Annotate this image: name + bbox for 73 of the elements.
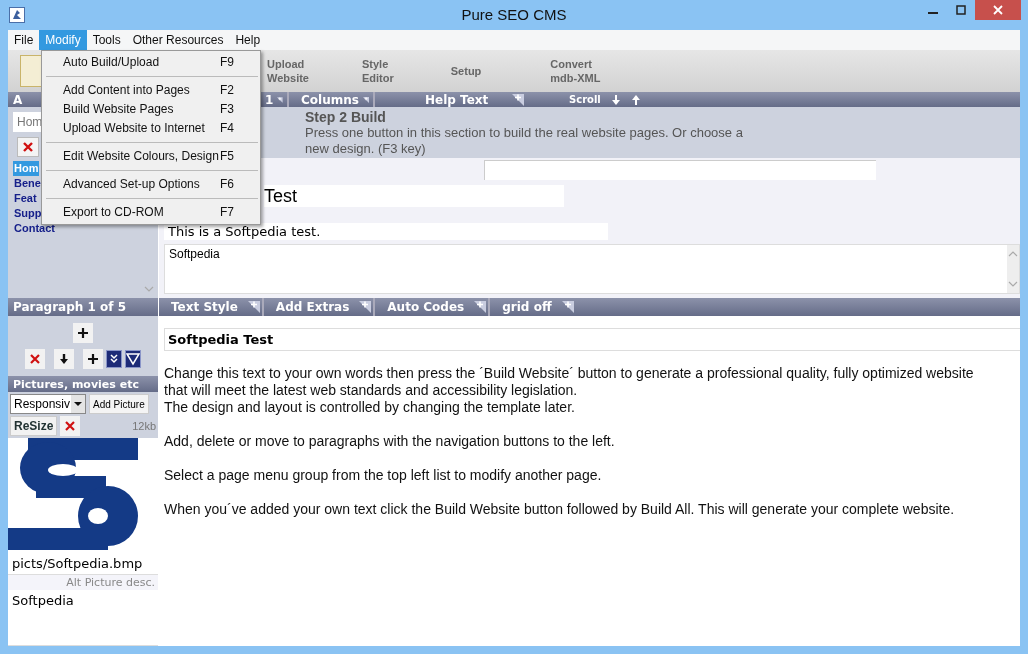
toolbar-button[interactable]: Convert mdb-XML [550, 57, 601, 85]
add-above-button[interactable] [73, 323, 93, 343]
paragraph-title-field[interactable]: Softpedia Test [164, 328, 1020, 351]
menu-option[interactable]: Upload Website to Internet F4 [42, 119, 260, 138]
menu-item[interactable]: Other Resources [126, 30, 230, 50]
help-title: Step 2 Build [305, 109, 387, 125]
page-link[interactable]: Supp [13, 206, 43, 221]
page-link[interactable]: Bene [13, 176, 42, 191]
plus-icon [87, 353, 99, 365]
expand-icon[interactable] [357, 301, 372, 313]
layout-select[interactable]: Responsiv [10, 394, 86, 414]
cross-icon [64, 420, 77, 432]
cross-icon [22, 141, 34, 153]
toolbar-button[interactable]: Setup [450, 64, 482, 78]
picture-path-field[interactable]: picts/Softpedia.bmp [8, 553, 158, 575]
menu-option[interactable]: Auto Build/Upload F9 [42, 53, 260, 72]
keywords-field[interactable]: Softpedia [164, 244, 1020, 294]
input-field[interactable] [484, 160, 876, 180]
triangle-icon [126, 352, 140, 366]
tab[interactable]: Help Text [425, 92, 489, 107]
page-subtitle[interactable]: This is a Softpedia test. [164, 223, 608, 240]
expand-icon[interactable] [472, 301, 487, 313]
move-down-button[interactable] [54, 349, 74, 369]
page-link[interactable]: Feat [13, 191, 38, 206]
remove-picture-button[interactable] [60, 416, 81, 436]
add-picture-button[interactable]: Add Picture [89, 394, 149, 414]
alt-text-field[interactable]: Softpedia [8, 590, 158, 646]
file-size: 12kb [132, 420, 157, 432]
menu-item[interactable]: Tools [86, 30, 127, 50]
toolbar-button[interactable]: Upload Website [267, 57, 309, 85]
menu-item[interactable]: Help [229, 30, 267, 50]
menu-option[interactable]: Edit Website Colours, Design F5 [42, 147, 260, 166]
minimize-icon [928, 12, 938, 14]
maximize-icon [956, 5, 966, 15]
panel-header: Paragraph 1 of 5 [8, 298, 158, 316]
collapse-button[interactable] [125, 350, 141, 368]
menu-option[interactable]: Export to CD-ROM F7 [42, 203, 260, 222]
delete-button[interactable] [17, 137, 39, 157]
arrow-down-icon [58, 353, 70, 365]
tab[interactable]: Columns [301, 92, 359, 107]
resize-button[interactable]: ReSize [10, 416, 58, 436]
close-icon [993, 5, 1003, 15]
paragraph-text[interactable]: Change this text to your own words then press the ´Build Website´ button to generate a professional quality, fully optimized website that will meet the latest web standards and accessibility legislation. The design and layout is controlled by changing the template later. [164, 365, 1020, 416]
tab[interactable]: Add Extras [275, 300, 350, 314]
tab[interactable]: Auto Codes [387, 300, 465, 314]
cross-icon [29, 353, 41, 365]
add-below-button[interactable] [83, 349, 103, 369]
delete-button[interactable] [25, 349, 45, 369]
double-chevron-icon [109, 352, 119, 366]
app-icon [9, 7, 25, 23]
panel-header: Pictures, movies etc [8, 376, 158, 392]
close-button[interactable] [975, 0, 1021, 20]
page-heading[interactable]: Test [264, 185, 564, 207]
window-title: Pure SEO CMS [460, 6, 568, 23]
paragraph-text[interactable]: Add, delete or move to paragraphs with the navigation buttons to the left. [164, 433, 1020, 450]
menu-item[interactable]: File [8, 30, 40, 50]
paragraph-text[interactable]: Select a page menu group from the top left list to modify another page. [164, 467, 1020, 484]
tab[interactable]: Text Style [171, 300, 238, 314]
arrow-up-icon[interactable] [630, 93, 641, 106]
help-text: Press one button in this section to build the real website pages. Or choose a new design. (F3 key) [305, 125, 744, 157]
toolbar-button[interactable]: Style Editor [362, 57, 394, 85]
alt-label: Alt Picture desc. [8, 575, 158, 590]
tab[interactable]: Scroll [569, 94, 601, 105]
plus-icon [77, 327, 89, 339]
tab[interactable]: grid off [502, 300, 552, 314]
move-bottom-button[interactable] [106, 350, 122, 368]
tab[interactable]: 1 [265, 92, 274, 107]
paragraph-text[interactable]: When you´ve added your own text click the Build Website button followed by Build All. This will generate your complete website. [164, 501, 1020, 518]
page-link[interactable]: Contact [13, 221, 56, 236]
menu-option[interactable]: Advanced Set-up Options F6 [42, 175, 260, 194]
dropdown-icon[interactable] [71, 395, 85, 413]
arrow-down-icon[interactable] [610, 93, 621, 106]
expand-icon[interactable] [510, 93, 525, 106]
